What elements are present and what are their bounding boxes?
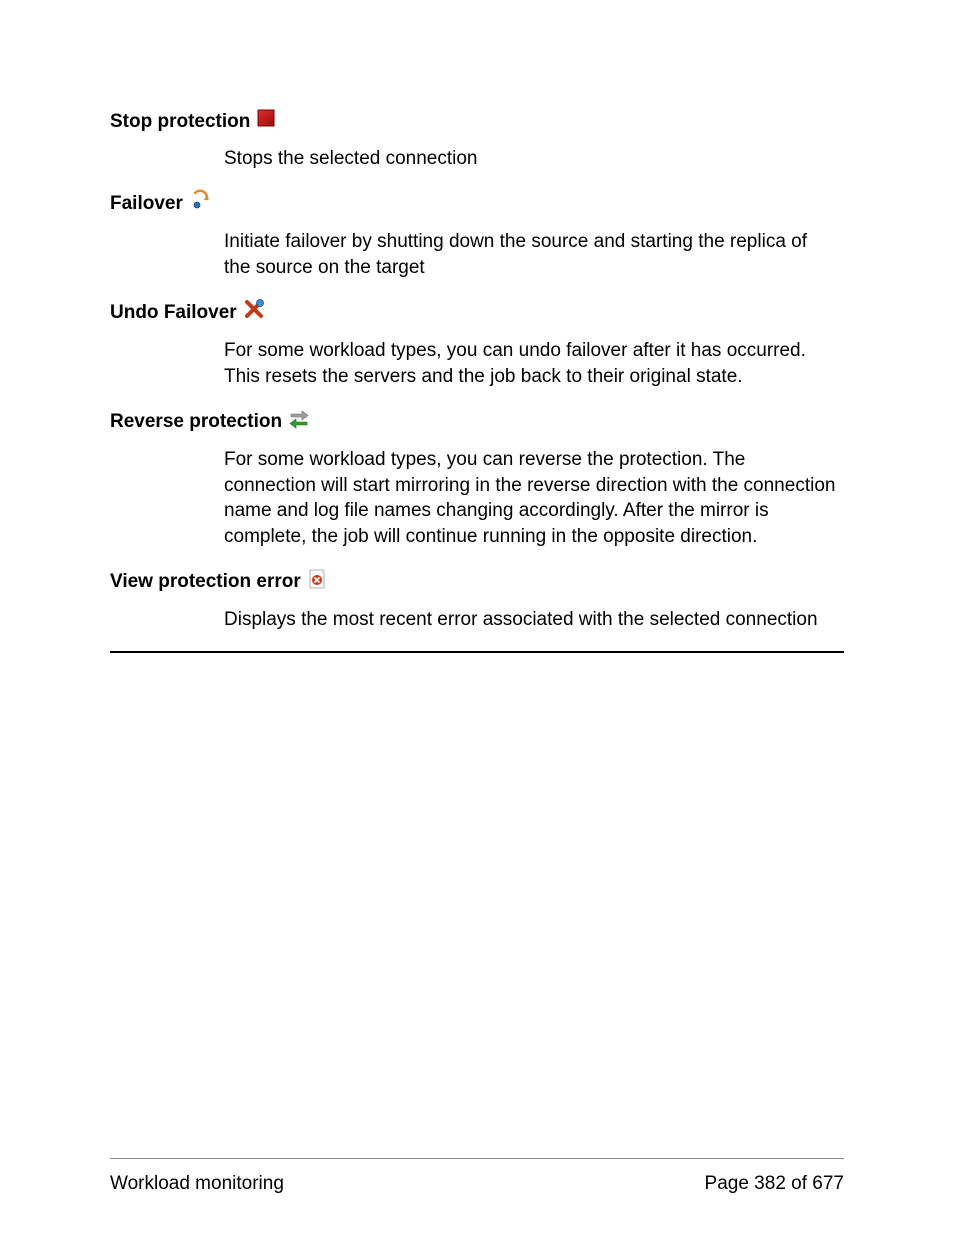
failover-icon [189, 189, 211, 219]
heading-label: Reverse protection [110, 410, 282, 435]
desc-undo-failover: For some workload types, you can undo fa… [224, 338, 836, 389]
entry-reverse-protection: Reverse protection For some workload typ… [110, 407, 844, 549]
heading-label: Stop protection [110, 110, 250, 135]
heading-stop-protection: Stop protection [110, 108, 844, 136]
heading-view-error: View protection error [110, 568, 844, 598]
reverse-icon [288, 407, 310, 437]
entry-undo-failover: Undo Failover For some workload types, y… [110, 298, 844, 389]
error-document-icon [307, 568, 327, 598]
desc-failover: Initiate failover by shutting down the s… [224, 229, 836, 280]
heading-label: Undo Failover [110, 301, 237, 326]
footer-row: Workload monitoring Page 382 of 677 [110, 1173, 844, 1195]
heading-failover: Failover [110, 189, 844, 219]
entry-view-error: View protection error Displays the most … [110, 568, 844, 633]
page-footer: Workload monitoring Page 382 of 677 [110, 1158, 844, 1195]
heading-undo-failover: Undo Failover [110, 298, 844, 328]
footer-page-number: Page 382 of 677 [705, 1173, 844, 1195]
footer-divider [110, 1158, 844, 1159]
entry-failover: Failover Initiate failover by shutting d… [110, 189, 844, 280]
desc-stop-protection: Stops the selected connection [224, 146, 836, 172]
heading-label: Failover [110, 192, 183, 217]
document-page: Stop protection Stops the selected conne… [0, 0, 954, 1235]
stop-icon [256, 108, 276, 136]
undo-failover-icon [243, 298, 265, 328]
heading-label: View protection error [110, 570, 301, 595]
desc-view-error: Displays the most recent error associate… [224, 607, 836, 633]
footer-section-title: Workload monitoring [110, 1173, 284, 1195]
entry-stop-protection: Stop protection Stops the selected conne… [110, 108, 844, 171]
heading-reverse-protection: Reverse protection [110, 407, 844, 437]
desc-reverse-protection: For some workload types, you can reverse… [224, 447, 836, 550]
section-divider [110, 651, 844, 653]
